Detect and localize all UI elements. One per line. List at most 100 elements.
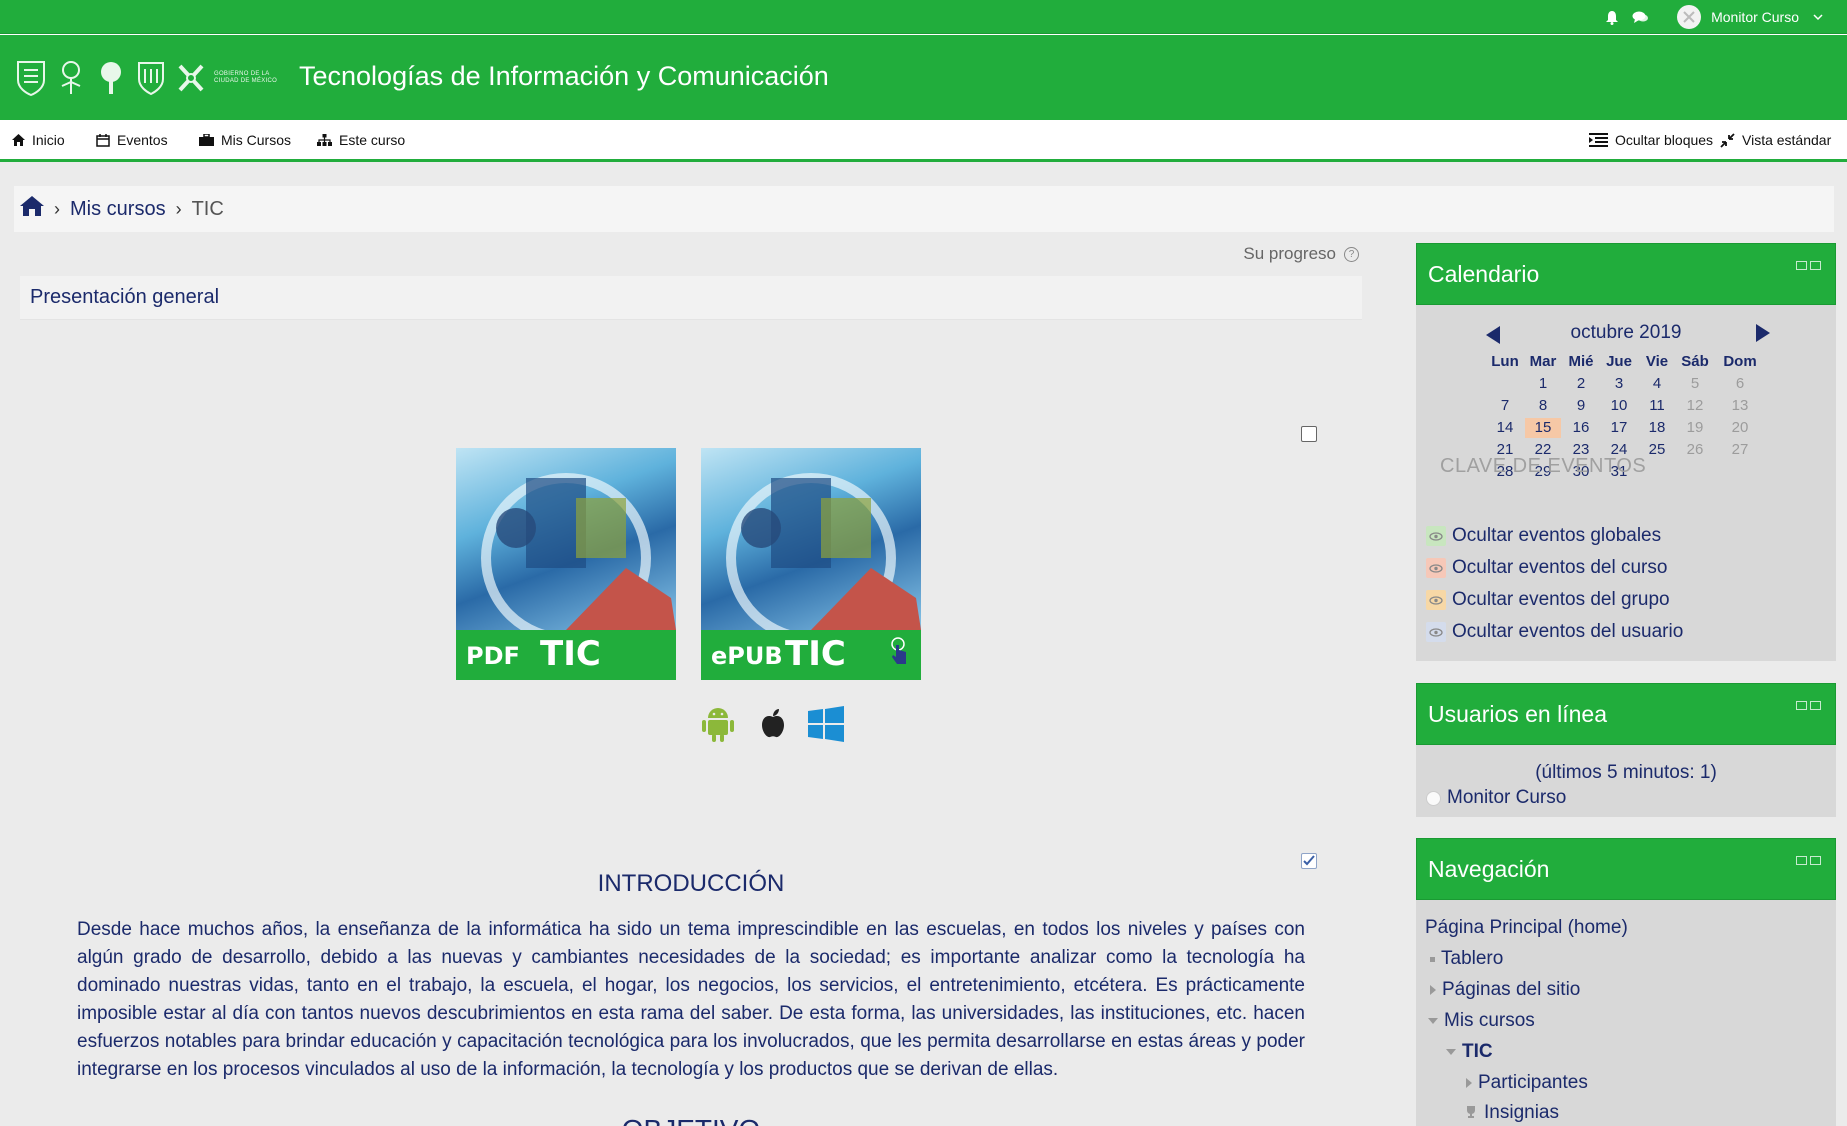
book-band: PDF TIC	[456, 630, 676, 680]
intro-paragraph: Desde hace muchos años, la enseñanza de …	[77, 919, 1305, 1080]
book-pdf-cover[interactable]: PDF TIC	[456, 448, 676, 680]
site-title[interactable]: Tecnologías de Información y Comunicació…	[299, 61, 829, 92]
book-cover-art	[701, 448, 921, 643]
calendar-day[interactable]: 14	[1487, 418, 1523, 438]
nav-tree-course-tic[interactable]: TIC	[1446, 1041, 1493, 1063]
nav-este-curso[interactable]: Este curso	[317, 132, 405, 148]
help-icon[interactable]: ?	[1344, 246, 1359, 262]
event-key-group[interactable]: Ocultar eventos del grupo	[1426, 589, 1670, 611]
emblem-shield-logo	[134, 59, 168, 97]
event-key-global[interactable]: Ocultar eventos globales	[1426, 525, 1661, 547]
eye-icon	[1426, 558, 1446, 578]
windows-icon[interactable]	[808, 706, 844, 747]
event-key-label: Ocultar eventos del curso	[1452, 557, 1668, 578]
nav-tree-label: Tablero	[1441, 948, 1504, 969]
block-header: Navegación	[1416, 838, 1836, 900]
bullet-icon	[1430, 956, 1435, 962]
calendar-day[interactable]: 4	[1639, 374, 1675, 394]
online-user[interactable]: Monitor Curso	[1426, 787, 1566, 809]
calendar-day[interactable]: 26	[1677, 440, 1713, 460]
book-format-label: PDF	[466, 642, 520, 670]
calendar-day[interactable]: 27	[1722, 440, 1758, 460]
calendar-day[interactable]: 3	[1601, 374, 1637, 394]
minimize-block-icon[interactable]	[1796, 261, 1807, 270]
nav-tree-site-pages[interactable]: Páginas del sitio	[1430, 979, 1580, 1001]
nav-eventos[interactable]: Eventos	[96, 132, 168, 148]
android-icon[interactable]	[701, 706, 735, 747]
calendar-day[interactable]: 7	[1487, 396, 1523, 416]
list-icon	[1589, 133, 1608, 147]
calendar-day[interactable]: 6	[1722, 374, 1758, 394]
hide-blocks-button[interactable]: Ocultar bloques	[1589, 132, 1713, 148]
calendar-day[interactable]: 2	[1563, 374, 1599, 394]
calendar-day[interactable]: 1	[1525, 374, 1561, 394]
minimize-block-icon[interactable]	[1796, 701, 1807, 710]
calendar-day[interactable]: 16	[1563, 418, 1599, 438]
chevron-down-icon[interactable]	[1809, 8, 1827, 26]
chat-icon[interactable]	[1631, 8, 1649, 26]
sitemap-icon	[317, 134, 332, 146]
logo-caption: GOBIERNO DE LA CIUDAD DE MÉXICO	[214, 71, 278, 84]
calendar-day[interactable]: 10	[1601, 396, 1637, 416]
block-header: Calendario	[1416, 243, 1836, 305]
weekday-header: Sáb	[1681, 353, 1709, 370]
objective-heading: OBJETIVO	[20, 1114, 1362, 1126]
expand-arrow-icon	[1430, 985, 1436, 995]
completion-checkbox-done[interactable]	[1301, 853, 1317, 869]
hide-blocks-label: Ocultar bloques	[1615, 132, 1714, 148]
nav-home-label: Página Principal (home)	[1425, 917, 1628, 938]
avatar[interactable]	[1677, 5, 1702, 29]
nav-inicio[interactable]: Inicio	[12, 132, 65, 148]
course-section: Presentación general PDF TIC ePUB TIC IN…	[20, 276, 1362, 1126]
nav-home-link[interactable]: Página Principal (home)	[1425, 917, 1628, 939]
weekday-header: Mié	[1568, 353, 1594, 370]
event-key-user[interactable]: Ocultar eventos del usuario	[1426, 621, 1683, 643]
calendar-day[interactable]: 12	[1677, 396, 1713, 416]
calendar-day[interactable]: 20	[1722, 418, 1758, 438]
section-title[interactable]: Presentación general	[30, 286, 219, 309]
compress-icon	[1720, 132, 1735, 148]
calendar-day[interactable]: 9	[1563, 396, 1599, 416]
calendar-day[interactable]: 5	[1677, 374, 1713, 394]
minimize-block-icon[interactable]	[1796, 856, 1807, 865]
standard-view-button[interactable]: Vista estándar	[1720, 132, 1831, 148]
bell-icon[interactable]	[1603, 8, 1621, 26]
unam-shield-logo	[14, 59, 48, 97]
breadcrumb-mis-cursos[interactable]: Mis cursos	[70, 198, 166, 221]
dock-block-icon[interactable]	[1810, 856, 1821, 865]
breadcrumb-current[interactable]: TIC	[192, 198, 224, 221]
nav-tree-tablero[interactable]: Tablero	[1430, 948, 1503, 970]
book-epub-cover[interactable]: ePUB TIC	[701, 448, 921, 680]
book-title-label: TIC	[785, 634, 846, 674]
calendar-month[interactable]: octubre 2019	[1416, 322, 1836, 344]
online-count: (últimos 5 minutos: 1)	[1535, 762, 1717, 783]
user-menu-name[interactable]: Monitor Curso	[1711, 9, 1799, 25]
navigation-title[interactable]: Navegación	[1428, 856, 1549, 883]
nav-tree-participants[interactable]: Participantes	[1466, 1072, 1588, 1094]
calendar-day-today[interactable]: 15	[1525, 418, 1561, 438]
online-users-title[interactable]: Usuarios en línea	[1428, 701, 1607, 728]
calendar-day[interactable]: 8	[1525, 396, 1561, 416]
primary-navbar: Inicio Eventos Mis Cursos Este curso Ocu…	[0, 120, 1847, 162]
dock-block-icon[interactable]	[1810, 701, 1821, 710]
calendar-day[interactable]: 17	[1601, 418, 1637, 438]
apple-icon[interactable]	[760, 708, 786, 743]
weekday-header: Mar	[1529, 353, 1557, 370]
event-key-course[interactable]: Ocultar eventos del curso	[1426, 557, 1667, 579]
nav-tree-badges[interactable]: Insignias	[1464, 1102, 1559, 1124]
weekday-header: Lun	[1491, 353, 1519, 370]
nav-eventos-label: Eventos	[117, 132, 168, 148]
completion-checkbox[interactable]	[1301, 426, 1317, 442]
breadcrumb-home-icon[interactable]	[20, 196, 44, 222]
calendar-day[interactable]: 19	[1677, 418, 1713, 438]
calendar-day[interactable]: 18	[1639, 418, 1675, 438]
institution-logos[interactable]: GOBIERNO DE LA CIUDAD DE MÉXICO	[14, 57, 284, 99]
nav-tree-my-courses[interactable]: Mis cursos	[1428, 1010, 1535, 1032]
calendar-day[interactable]: 11	[1639, 396, 1675, 416]
nav-mis-cursos[interactable]: Mis Cursos	[199, 132, 291, 148]
calendar-title[interactable]: Calendario	[1428, 261, 1539, 288]
next-month-icon[interactable]	[1756, 324, 1770, 342]
calendar-day[interactable]: 13	[1722, 396, 1758, 416]
dock-block-icon[interactable]	[1810, 261, 1821, 270]
breadcrumb-separator: ›	[175, 198, 182, 219]
